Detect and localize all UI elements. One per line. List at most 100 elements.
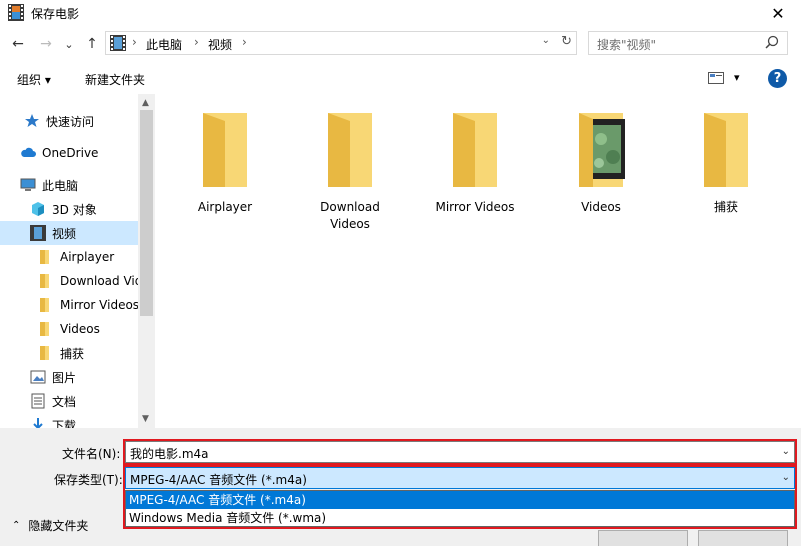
organize-menu[interactable]: 组织 ▾ bbox=[17, 71, 51, 88]
sidebar-item-documents[interactable]: 文档 bbox=[0, 389, 138, 413]
refresh-button[interactable]: ↻ bbox=[561, 34, 572, 49]
command-toolbar: 组织 ▾ 新建文件夹 ▾ ? bbox=[0, 62, 801, 94]
folder-label: Videos bbox=[581, 200, 621, 214]
breadcrumb-separator[interactable]: › bbox=[242, 35, 247, 49]
chevron-up-icon: ⌃ bbox=[12, 520, 21, 531]
forward-button[interactable]: → bbox=[36, 34, 56, 54]
sidebar-item-label: 下载 bbox=[52, 418, 77, 429]
sidebar-item-label: 此电脑 bbox=[42, 178, 79, 193]
folder-tile-mirror-videos[interactable]: Mirror Videos bbox=[425, 109, 525, 216]
sidebar-item-label: 快速访问 bbox=[46, 114, 95, 129]
recent-locations-button[interactable]: ⌄ bbox=[62, 34, 76, 54]
download-icon bbox=[33, 418, 43, 428]
sidebar-scrollbar[interactable]: ▲ ▼ bbox=[138, 94, 155, 428]
close-button[interactable]: ✕ bbox=[755, 0, 801, 26]
sidebar-item-pictures[interactable]: 图片 bbox=[0, 365, 138, 389]
title-bar: 保存电影 ✕ bbox=[0, 0, 801, 26]
back-button[interactable]: ← bbox=[8, 34, 28, 54]
document-icon bbox=[31, 393, 45, 409]
search-input[interactable]: 搜索"视频" bbox=[588, 31, 788, 55]
breadcrumb-this-pc[interactable]: 此电脑 bbox=[146, 36, 182, 53]
folder-label: Mirror Videos bbox=[435, 200, 515, 214]
filetype-option-wma[interactable]: Windows Media 音频文件 (*.wma) bbox=[126, 509, 794, 527]
sidebar-item-label: 捕获 bbox=[60, 346, 85, 361]
sidebar-item-label: 图片 bbox=[52, 370, 77, 385]
folder-tile-download-videos[interactable]: Download Videos bbox=[300, 109, 400, 233]
view-menu-arrow[interactable]: ▾ bbox=[734, 71, 740, 84]
sidebar-item-label: 文档 bbox=[52, 394, 77, 409]
save-form-panel: 文件名(N): 我的电影.m4a ⌄ 保存类型(T): MPEG-4/AAC 音… bbox=[0, 428, 801, 546]
folder-tile-capture[interactable]: 捕获 bbox=[676, 109, 776, 216]
change-view-button[interactable]: ▾ bbox=[706, 70, 746, 88]
help-icon[interactable]: ? bbox=[768, 69, 787, 88]
star-icon bbox=[25, 114, 39, 127]
video-folder-icon bbox=[579, 113, 625, 187]
sidebar-item-label: OneDrive bbox=[42, 146, 99, 160]
search-icon[interactable] bbox=[765, 35, 779, 49]
folder-icon bbox=[40, 346, 49, 360]
film-icon bbox=[110, 35, 126, 51]
filetype-dropdown-list: MPEG-4/AAC 音频文件 (*.m4a) Windows Media 音频… bbox=[125, 490, 795, 527]
folder-tile-airplayer[interactable]: Airplayer bbox=[175, 109, 275, 216]
folder-icon bbox=[453, 113, 497, 187]
view-icon bbox=[708, 72, 724, 84]
sidebar-item-this-pc[interactable]: 此电脑 bbox=[0, 173, 138, 197]
sidebar-item-downloads[interactable]: 下载 bbox=[0, 413, 138, 428]
sidebar-item-label: Mirror Videos bbox=[60, 298, 138, 312]
hide-folders-label: 隐藏文件夹 bbox=[28, 519, 89, 533]
filetype-dropdown-arrow[interactable]: ⌄ bbox=[782, 472, 790, 483]
sidebar-item-label: Videos bbox=[60, 322, 100, 336]
filetype-select[interactable]: MPEG-4/AAC 音频文件 (*.m4a) ⌄ bbox=[125, 467, 795, 489]
breadcrumb-separator[interactable]: › bbox=[194, 35, 199, 49]
folder-icon bbox=[328, 113, 372, 187]
new-folder-button[interactable]: 新建文件夹 bbox=[85, 71, 145, 88]
scroll-up-arrow[interactable]: ▲ bbox=[142, 98, 149, 108]
up-button[interactable]: ↑ bbox=[82, 34, 102, 54]
film-icon bbox=[8, 4, 24, 21]
picture-icon bbox=[30, 370, 46, 384]
sidebar-item-label: 视频 bbox=[52, 226, 77, 241]
address-history-dropdown[interactable]: ⌄ bbox=[542, 35, 550, 46]
hide-folders-toggle[interactable]: ⌃ 隐藏文件夹 bbox=[12, 517, 88, 534]
cancel-button[interactable] bbox=[698, 530, 788, 546]
folder-tile-videos[interactable]: Videos bbox=[551, 109, 651, 216]
window-title: 保存电影 bbox=[31, 7, 80, 21]
folder-label: 捕获 bbox=[713, 200, 738, 214]
folder-icon bbox=[40, 274, 49, 288]
folder-label: Airplayer bbox=[197, 200, 253, 214]
sidebar-item-download-videos[interactable]: Download Videos bbox=[0, 269, 138, 293]
scroll-thumb[interactable] bbox=[140, 110, 153, 316]
sidebar-item-label: Download Videos bbox=[60, 274, 138, 288]
sidebar-item-videos[interactable]: 视频 bbox=[0, 221, 138, 245]
breadcrumb-videos[interactable]: 视频 bbox=[208, 36, 232, 53]
sidebar-item-onedrive[interactable]: OneDrive bbox=[0, 141, 138, 165]
folder-label: Download Videos bbox=[320, 200, 380, 231]
sidebar-item-label: 3D 对象 bbox=[52, 202, 97, 217]
folder-icon bbox=[40, 250, 49, 264]
filetype-option-m4a[interactable]: MPEG-4/AAC 音频文件 (*.m4a) bbox=[126, 491, 794, 509]
sidebar-item-3d-objects[interactable]: 3D 对象 bbox=[0, 197, 138, 221]
sidebar-item-airplayer[interactable]: Airplayer bbox=[0, 245, 138, 269]
filetype-label: 保存类型(T): bbox=[54, 473, 123, 487]
folder-icon bbox=[40, 298, 49, 312]
computer-icon bbox=[20, 178, 36, 191]
breadcrumb-separator[interactable]: › bbox=[132, 35, 137, 49]
filetype-value[interactable]: MPEG-4/AAC 音频文件 (*.m4a) bbox=[130, 471, 307, 488]
filename-label: 文件名(N): bbox=[62, 447, 121, 461]
cube-icon bbox=[32, 202, 44, 216]
folder-icon bbox=[40, 322, 49, 336]
sidebar-item-capture[interactable]: 捕获 bbox=[0, 341, 138, 365]
filename-dropdown-arrow[interactable]: ⌄ bbox=[782, 446, 790, 457]
search-placeholder: 搜索"视频" bbox=[597, 38, 657, 52]
filename-input[interactable]: 我的电影.m4a ⌄ bbox=[125, 441, 795, 463]
sidebar-item-videos-folder[interactable]: Videos bbox=[0, 317, 138, 341]
sidebar-item-mirror-videos[interactable]: Mirror Videos bbox=[0, 293, 138, 317]
save-button[interactable] bbox=[598, 530, 688, 546]
film-icon bbox=[30, 225, 46, 241]
filename-value[interactable]: 我的电影.m4a bbox=[130, 445, 209, 462]
cloud-icon bbox=[21, 147, 36, 157]
address-bar[interactable]: › 此电脑 › 视频 › ⌄ ↻ bbox=[105, 31, 577, 55]
scroll-down-arrow[interactable]: ▼ bbox=[142, 414, 149, 424]
folder-icon bbox=[203, 113, 247, 187]
sidebar-item-quick-access[interactable]: 快速访问 bbox=[0, 109, 138, 133]
